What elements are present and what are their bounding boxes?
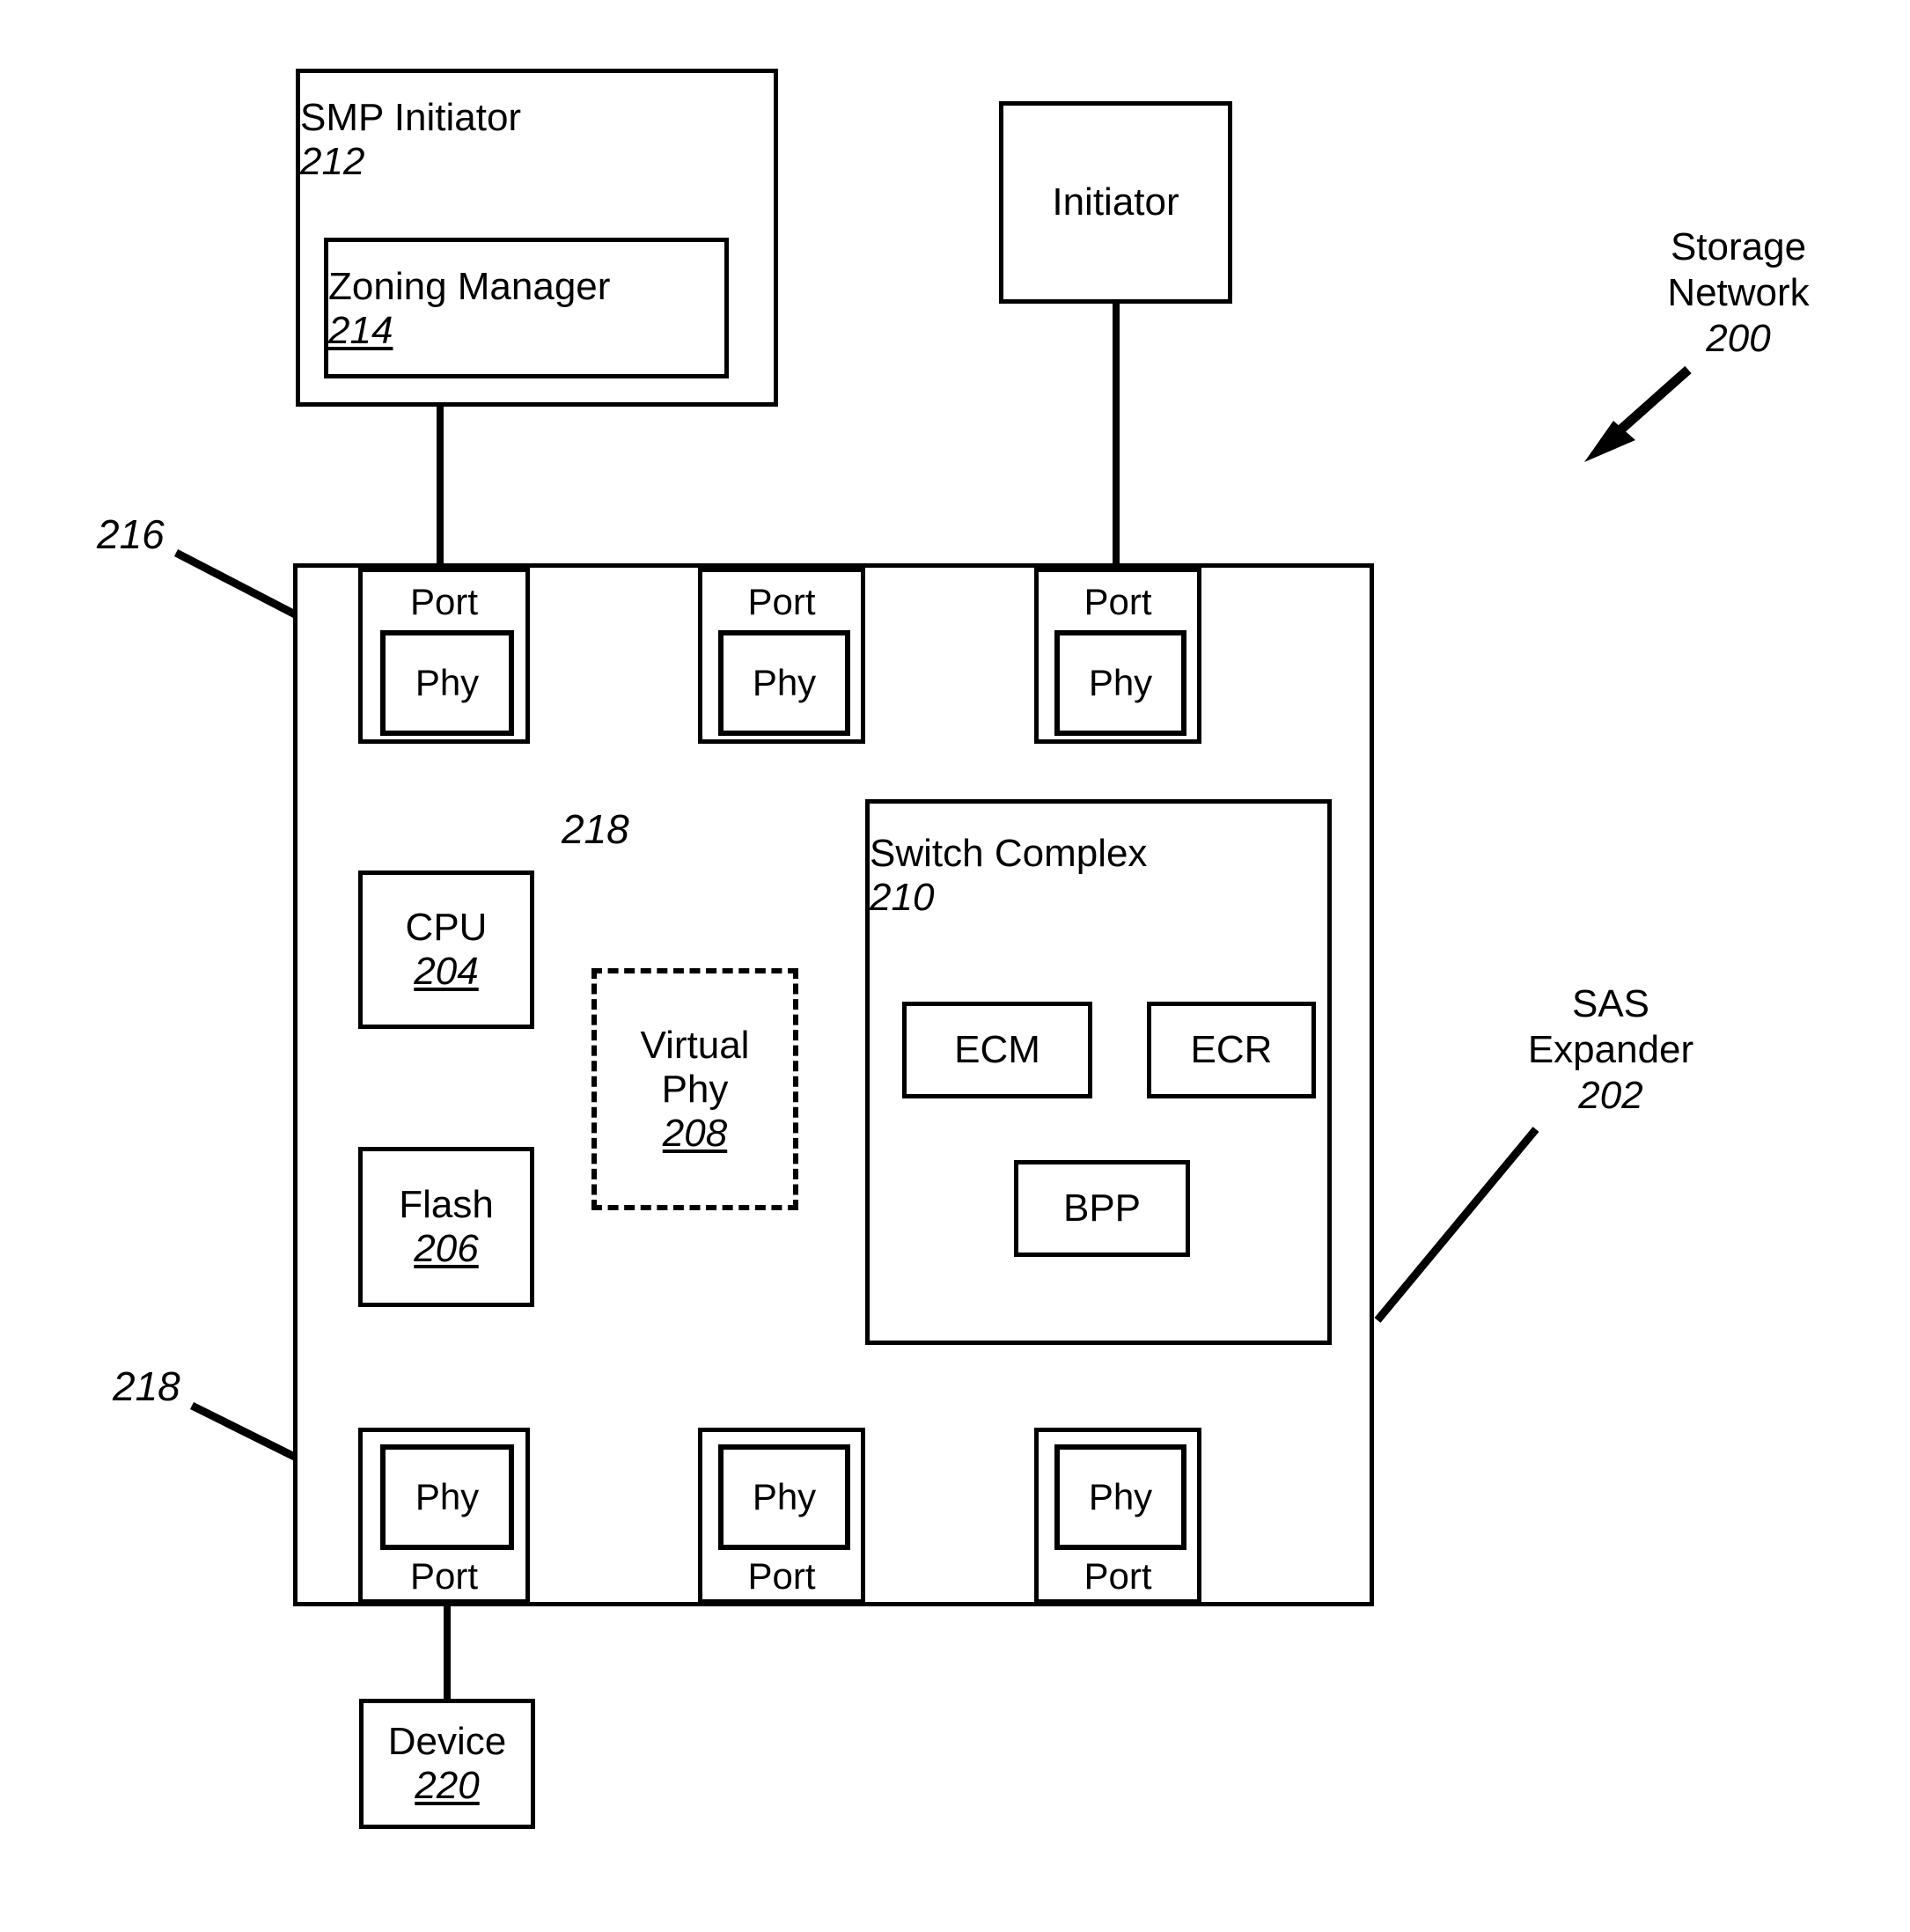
switch-complex-title-group: Switch Complex 210 [870,832,1327,920]
ecm-label: ECM [954,1028,1040,1071]
bottom-port-2-label: Port [747,1555,816,1597]
zoning-manager-block: Zoning Manager 214 [324,238,729,378]
top-port-2-label: Port [747,581,816,622]
flash-block: Flash 206 [358,1147,534,1307]
top-port-3-label: Port [1084,581,1152,622]
ecr-label: ECR [1190,1028,1273,1071]
virtual-phy-block: Virtual Phy 208 [591,968,798,1210]
initiator-block: Initiator [999,101,1232,304]
bottom-port-2-phy[interactable]: Phy [718,1444,850,1550]
storage-network-line2: Network [1667,270,1810,314]
cpu-ref: 204 [414,950,479,993]
device-block: Device 220 [359,1699,535,1829]
bottom-port-2[interactable]: Phy Port [698,1428,865,1604]
leader-sas-expander [1374,1127,1539,1323]
bottom-port-3-label: Port [1084,1555,1152,1597]
bottom-port-1[interactable]: Phy Port [358,1428,530,1604]
sas-expander-label: SAS Expander 202 [1483,981,1738,1119]
callout-216: 216 [97,511,165,557]
bpp-block: BPP [1014,1160,1190,1257]
sas-expander-line2: Expander [1527,1027,1694,1071]
switch-complex-title: Switch Complex [870,832,1148,875]
smp-initiator-title-group: SMP Initiator 212 [300,96,774,184]
sas-expander-line1: SAS [1571,982,1650,1025]
storage-network-ref: 200 [1706,316,1771,360]
flash-title: Flash [399,1183,494,1226]
virtual-phy-ref: 208 [662,1111,728,1155]
storage-network-arrow [1584,365,1692,462]
device-ref: 220 [415,1764,480,1807]
cpu-block: CPU 204 [358,871,534,1029]
bottom-port-1-phy[interactable]: Phy [380,1444,514,1550]
switch-complex-ref: 210 [870,876,935,919]
zoning-manager-title: Zoning Manager [328,265,611,308]
top-port-3-phy[interactable]: Phy [1054,630,1186,736]
bpp-label: BPP [1062,1186,1142,1230]
smp-initiator-ref: 212 [300,140,365,183]
virtual-phy-line2: Phy [661,1067,729,1111]
device-title: Device [387,1720,507,1763]
zoning-manager-title-group: Zoning Manager 214 [328,265,724,353]
top-port-1-label: Port [409,581,479,622]
storage-network-label: Storage Network 200 [1624,224,1853,362]
top-port-2[interactable]: Port Phy [698,568,865,744]
initiator-title: Initiator [1052,180,1179,224]
top-port-2-phy[interactable]: Phy [718,630,850,736]
ecr-block: ECR [1147,1002,1316,1098]
top-port-1-phy[interactable]: Phy [380,630,514,736]
callout-218-bottom: 218 [113,1363,180,1409]
smp-initiator-title: SMP Initiator [300,96,522,139]
top-port-3[interactable]: Port Phy [1034,568,1201,744]
zoning-manager-ref: 214 [328,309,393,352]
ecm-block: ECM [902,1002,1092,1098]
cpu-title: CPU [405,906,488,949]
bottom-port-1-label: Port [409,1555,479,1597]
storage-network-line1: Storage [1670,225,1807,268]
flash-ref: 206 [414,1227,479,1270]
virtual-phy-line1: Virtual [640,1023,750,1067]
sas-expander-ref: 202 [1578,1073,1643,1117]
top-port-1[interactable]: Port Phy [358,568,530,744]
bottom-port-3[interactable]: Phy Port [1034,1428,1201,1604]
callout-218-top: 218 [562,806,629,852]
bottom-port-3-phy[interactable]: Phy [1054,1444,1186,1550]
